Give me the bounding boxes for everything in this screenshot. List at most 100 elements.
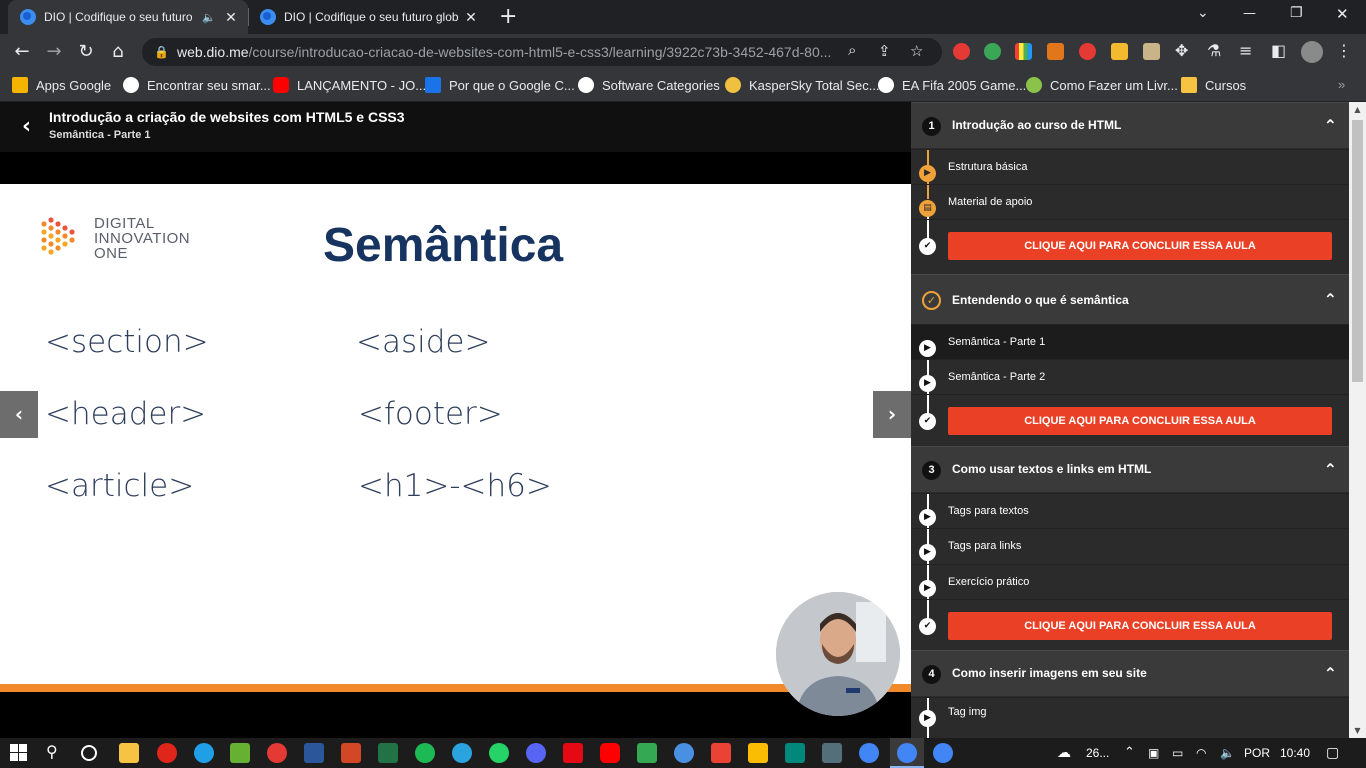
volume-icon[interactable]: 🔈 (1220, 746, 1235, 760)
bookmark-item[interactable]: LANÇAMENTO - JO... (273, 77, 426, 93)
next-arrow-button[interactable]: › (873, 391, 911, 438)
bookmark-item[interactable]: EA Fifa 2005 Game... (878, 77, 1026, 93)
google-drive-icon[interactable] (748, 743, 768, 763)
search-icon[interactable]: ⌕ (848, 42, 856, 59)
bookmark-item[interactable]: Por que o Google C... (425, 77, 575, 93)
chrome-icon[interactable] (859, 743, 879, 763)
flask-icon[interactable]: ⚗ (1207, 41, 1221, 60)
whatsapp-icon[interactable] (489, 743, 509, 763)
extension-icon[interactable] (1143, 43, 1160, 60)
scroll-up-arrow-icon[interactable]: ▲ (1349, 105, 1366, 114)
close-window-button[interactable]: ✕ (1336, 5, 1349, 23)
tray-chevron-icon[interactable]: ⌃ (1124, 744, 1135, 760)
complete-lesson-button[interactable]: CLIQUE AQUI PARA CONCLUIR ESSA AULA (948, 612, 1332, 640)
extension-icon[interactable] (1079, 43, 1096, 60)
bookmark-folder-cursos[interactable]: Cursos (1181, 77, 1246, 93)
lesson-item[interactable]: ▶ Semântica - Parte 2 (911, 359, 1349, 394)
lock-icon[interactable]: 🔒 (154, 45, 169, 59)
meet-icon[interactable]: ▣ (1148, 746, 1159, 760)
excel-icon[interactable] (378, 743, 398, 763)
app-icon[interactable] (822, 743, 842, 763)
address-bar[interactable]: 🔒 web.dio.me /course/introducao-criacao-… (142, 38, 942, 66)
opera-icon[interactable] (157, 743, 177, 763)
spotify-icon[interactable] (415, 743, 435, 763)
scroll-down-arrow-icon[interactable]: ▼ (1349, 726, 1366, 735)
bookmark-star-icon[interactable]: ☆ (910, 42, 923, 60)
module-header[interactable]: 4 Como inserir imagens em seu site ⌃ (911, 650, 1349, 696)
sidebar-scrollbar[interactable]: ▲ ▼ (1349, 102, 1366, 738)
media-queue-icon[interactable]: ≡ (1239, 41, 1252, 60)
speaker-icon[interactable]: 🔈 (202, 11, 216, 24)
complete-lesson-button[interactable]: CLIQUE AQUI PARA CONCLUIR ESSA AULA (948, 407, 1332, 435)
tab-close-icon[interactable]: ✕ (462, 9, 480, 26)
app-icon[interactable] (674, 743, 694, 763)
powerpoint-icon[interactable] (341, 743, 361, 763)
home-icon[interactable]: ⌂ (104, 38, 132, 66)
lesson-item[interactable]: ▶ Tags para links (911, 528, 1349, 563)
extension-icon[interactable] (1015, 43, 1032, 60)
input-language[interactable]: POR (1244, 746, 1270, 760)
profile-avatar[interactable] (1301, 41, 1323, 63)
minimize-button[interactable]: — (1243, 6, 1256, 21)
tab-close-icon[interactable]: ✕ (222, 9, 240, 26)
word-icon[interactable] (304, 743, 324, 763)
bookmark-item[interactable]: Software Categories (578, 77, 720, 93)
bookmark-item[interactable]: Encontrar seu smar... (123, 77, 271, 93)
forward-arrow-icon[interactable]: → (40, 38, 68, 66)
scrollbar-thumb[interactable] (1352, 120, 1363, 382)
lesson-item[interactable]: ▶ Tags para textos (911, 493, 1349, 528)
youtube-icon[interactable] (600, 743, 620, 763)
app-icon[interactable] (785, 743, 805, 763)
utorrent-icon[interactable] (230, 743, 250, 763)
more-bookmarks-button[interactable]: » (1338, 77, 1345, 92)
lesson-item[interactable]: ▶ Exercício prático (911, 564, 1349, 599)
bookmark-item[interactable]: KasperSky Total Sec... (725, 77, 880, 93)
module-header[interactable]: 3 Como usar textos e links em HTML ⌃ (911, 446, 1349, 492)
search-icon[interactable]: ⚲ (46, 742, 58, 761)
cortana-icon[interactable] (81, 745, 97, 761)
weather-temperature[interactable]: 26... (1086, 746, 1109, 760)
extension-icon[interactable] (953, 43, 970, 60)
notifications-icon[interactable]: ▢ (1326, 744, 1339, 761)
chevron-up-icon[interactable]: ⌃ (1324, 460, 1337, 479)
reload-icon[interactable]: ↻ (72, 38, 100, 66)
chevron-up-icon[interactable]: ⌃ (1324, 116, 1337, 135)
gmail-icon[interactable] (711, 743, 731, 763)
telegram-icon[interactable] (452, 743, 472, 763)
edge-icon[interactable] (194, 743, 214, 763)
chevron-up-icon[interactable]: ⌃ (1324, 664, 1337, 683)
chrome-icon[interactable] (933, 743, 953, 763)
new-tab-button[interactable]: + (499, 4, 517, 30)
lesson-item[interactable]: ▤ Material de apoio (911, 184, 1349, 219)
video-slide[interactable]: DIGITAL INNOVATION ONE Semântica <sectio… (0, 184, 911, 692)
windows-start-icon[interactable] (10, 744, 27, 761)
extensions-puzzle-icon[interactable]: ✥ (1175, 41, 1188, 60)
module-header[interactable]: 1 Introdução ao curso de HTML ⌃ (911, 102, 1349, 148)
battery-icon[interactable]: ▭ (1172, 746, 1183, 760)
wifi-icon[interactable]: ◠ (1196, 746, 1206, 760)
app-icon[interactable] (637, 743, 657, 763)
file-explorer-icon[interactable] (119, 743, 139, 763)
app-icon[interactable] (267, 743, 287, 763)
netflix-icon[interactable] (563, 743, 583, 763)
previous-arrow-button[interactable]: ‹ (0, 391, 38, 438)
kebab-menu-icon[interactable]: ⋮ (1336, 41, 1352, 60)
extension-icon[interactable] (984, 43, 1001, 60)
discord-icon[interactable] (526, 743, 546, 763)
side-panel-icon[interactable]: ◧ (1271, 41, 1286, 60)
complete-lesson-button[interactable]: CLIQUE AQUI PARA CONCLUIR ESSA AULA (948, 232, 1332, 260)
tab-dio[interactable]: DIO | Codifique o seu futuro glob ✕ (248, 0, 488, 34)
chevron-up-icon[interactable]: ⌃ (1324, 290, 1337, 309)
lesson-item[interactable]: ▶ Estrutura básica (911, 149, 1349, 184)
back-arrow-icon[interactable]: ← (8, 38, 36, 66)
bookmark-item[interactable]: Como Fazer um Livr... (1026, 77, 1178, 93)
tab-search-chevron-icon[interactable]: ⌄ (1197, 5, 1209, 21)
lesson-item[interactable]: ▶ Tag img (911, 697, 1349, 732)
metamask-icon[interactable] (1047, 43, 1064, 60)
back-chevron-icon[interactable]: ‹ (22, 114, 31, 139)
clock[interactable]: 10:40 (1280, 746, 1310, 760)
chrome-active-taskbar-item[interactable] (890, 738, 924, 768)
bookmark-apps-google[interactable]: Apps Google (12, 77, 111, 93)
restore-button[interactable]: ❐ (1290, 5, 1303, 21)
share-icon[interactable]: ⇪ (878, 42, 891, 60)
